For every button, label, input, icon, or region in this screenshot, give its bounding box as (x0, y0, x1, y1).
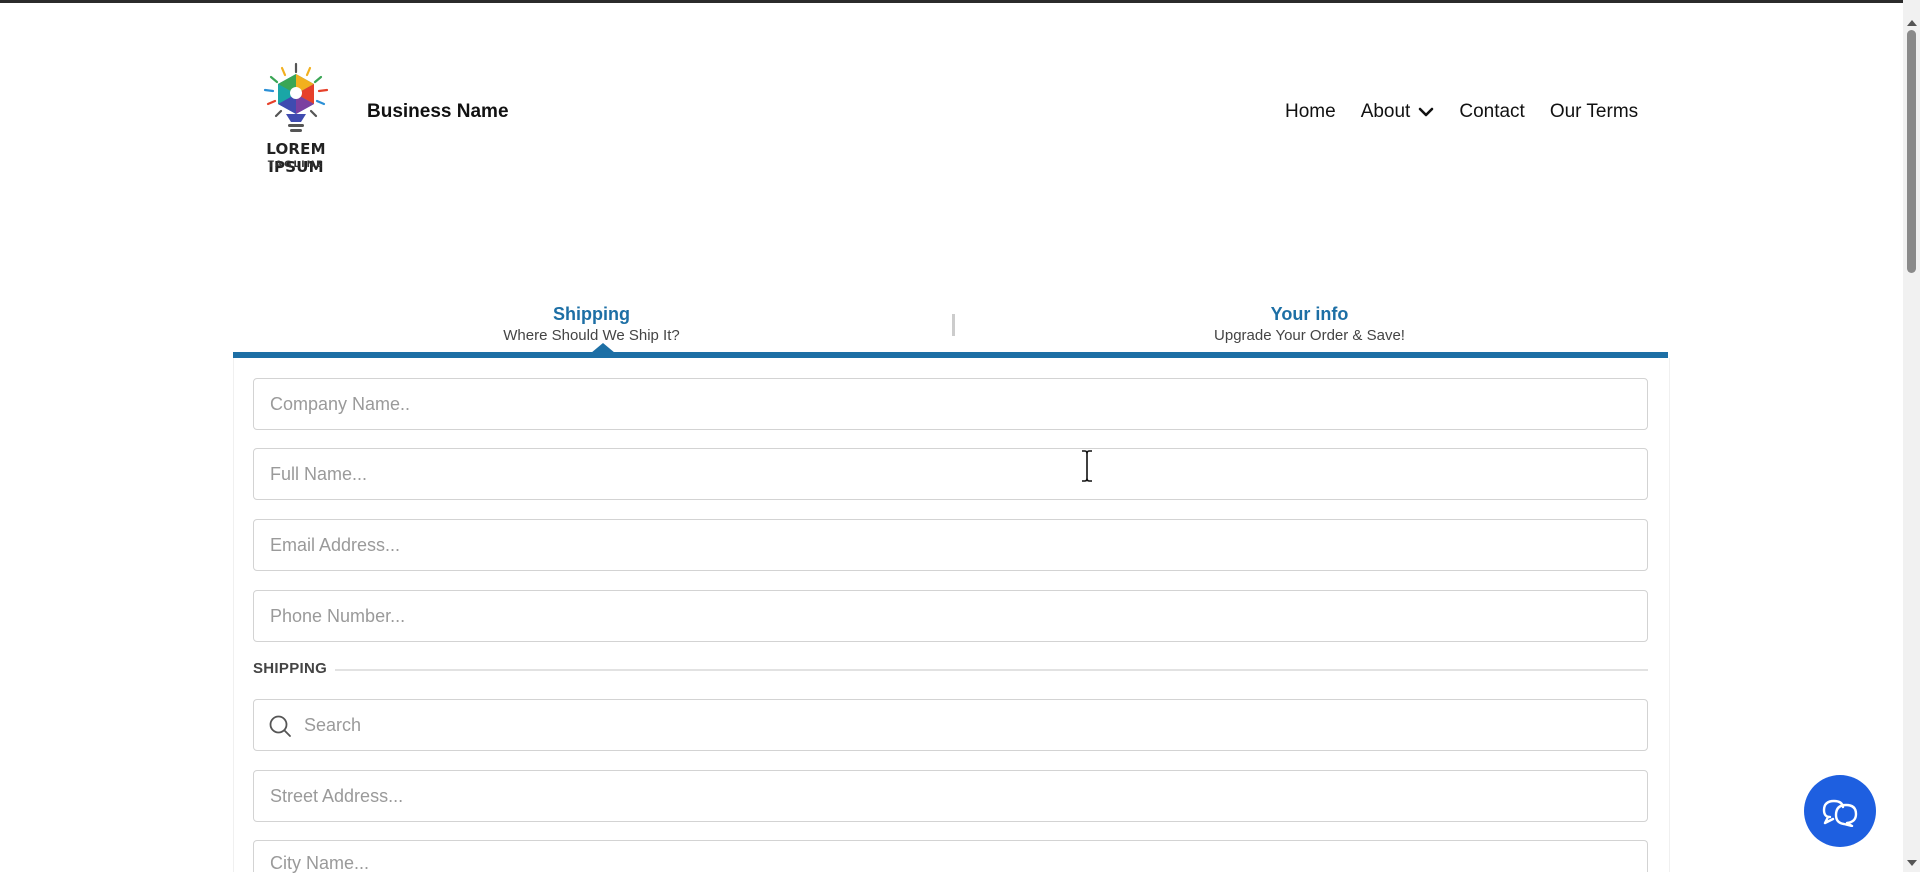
chat-button[interactable] (1804, 775, 1876, 847)
shipping-section-label: SHIPPING (253, 660, 328, 677)
email-input[interactable] (254, 520, 1647, 570)
full-name-field (253, 448, 1648, 500)
lightbulb-logo-icon (263, 62, 329, 132)
nav-home[interactable]: Home (1285, 101, 1336, 123)
nav-our-terms[interactable]: Our Terms (1550, 101, 1638, 123)
browser-top-edge (0, 0, 1920, 3)
company-name-field (253, 378, 1648, 430)
tab-your-info-title: Your info (1270, 304, 1349, 324)
tab-your-info-subtitle: Upgrade Your Order & Save! (1214, 327, 1405, 344)
scroll-down-arrow-icon[interactable] (1907, 860, 1917, 866)
full-name-input[interactable] (254, 449, 1647, 499)
address-search-input[interactable] (254, 700, 1647, 750)
email-field (253, 519, 1648, 571)
nav-contact[interactable]: Contact (1459, 101, 1524, 123)
tab-your-info[interactable]: Your info Upgrade Your Order & Save! (951, 296, 1668, 352)
logo-tagline: TAGLINE (267, 160, 325, 170)
street-address-field (253, 770, 1648, 822)
page-scrollbar[interactable] (1903, 0, 1920, 872)
main-nav: Home About Contact Our Terms (1285, 101, 1638, 123)
logo-text: LOREM IPSUM (266, 140, 326, 176)
checkout-steps: Shipping Where Should We Ship It? Your i… (233, 296, 1668, 358)
company-name-input[interactable] (254, 379, 1647, 429)
scrollbar-thumb[interactable] (1907, 30, 1916, 273)
street-address-input[interactable] (254, 771, 1647, 821)
text-cursor-icon (1082, 450, 1092, 482)
phone-field (253, 590, 1648, 642)
brand-logo[interactable]: LOREM IPSUM TAGLINE (238, 60, 354, 176)
business-name[interactable]: Business Name (367, 101, 509, 123)
city-name-input[interactable] (254, 841, 1647, 885)
nav-about[interactable]: About (1361, 101, 1435, 123)
nav-about-label: About (1360, 101, 1411, 122)
tab-shipping-title: Shipping (553, 304, 630, 324)
phone-input[interactable] (254, 591, 1647, 641)
city-name-field (253, 840, 1648, 885)
scroll-up-arrow-icon[interactable] (1907, 20, 1917, 26)
address-search-field (253, 699, 1648, 751)
section-divider (335, 669, 1648, 671)
chevron-down-icon (1419, 107, 1434, 117)
tab-shipping-subtitle: Where Should We Ship It? (503, 327, 680, 344)
chat-bubbles-icon (1822, 799, 1858, 827)
